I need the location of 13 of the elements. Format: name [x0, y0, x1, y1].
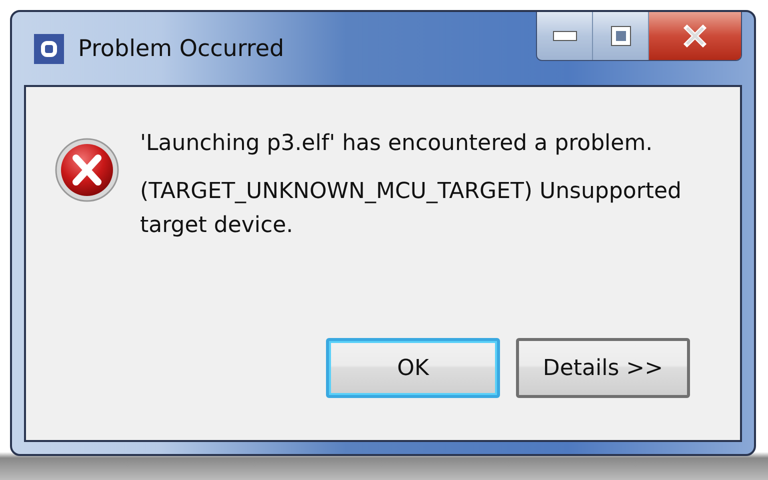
dialog-button[interactable]: OK [326, 338, 500, 398]
minimize-icon [552, 31, 576, 41]
maximize-icon [612, 27, 630, 45]
dialog-button[interactable]: Details >> [516, 338, 690, 398]
message-text: 'Launching p3.elf' has encountered a problem. [140, 130, 654, 158]
message-text: (TARGET_UNKNOWN_MCU_TARGET) Unsupported target device. [140, 178, 682, 240]
error-icon [54, 137, 120, 203]
window-title: Problem Occurred [78, 36, 284, 62]
app-icon [34, 34, 64, 64]
minimize-button[interactable] [537, 12, 593, 60]
close-button[interactable] [649, 12, 741, 60]
close-icon [682, 24, 708, 48]
maximize-button[interactable] [593, 12, 649, 60]
